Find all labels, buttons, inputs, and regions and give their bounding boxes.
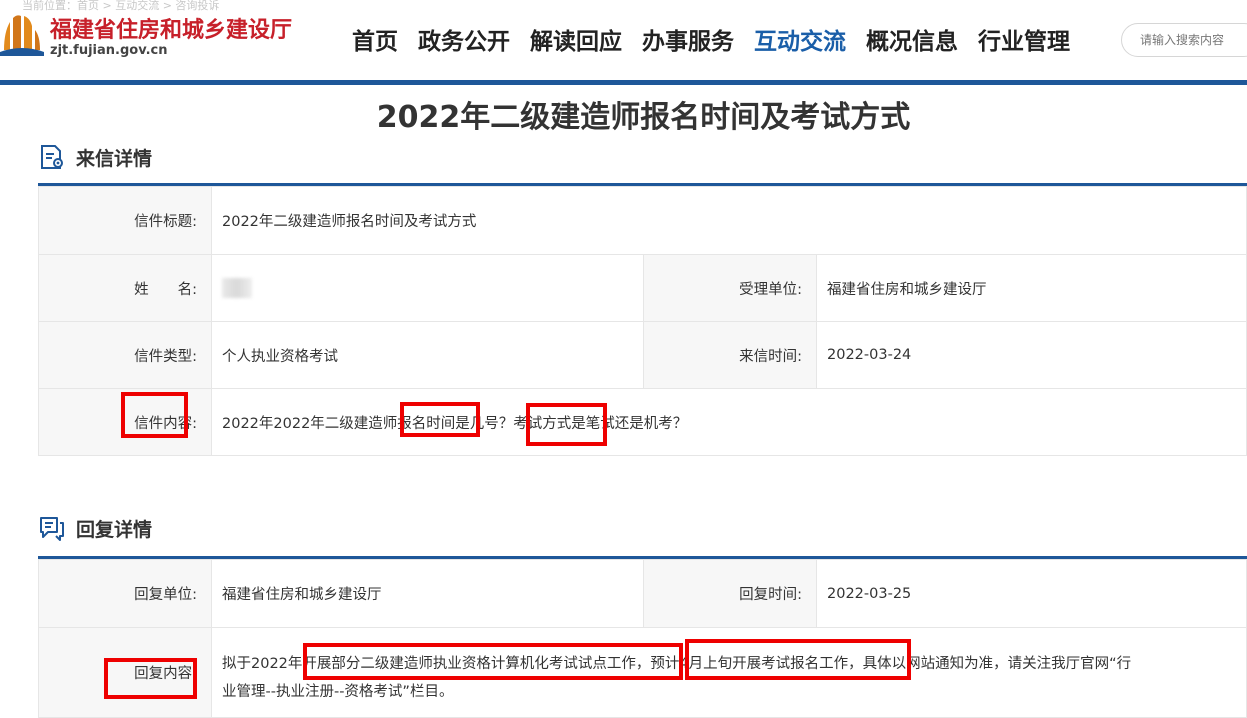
highlight-box	[526, 403, 607, 446]
highlight-box	[400, 402, 480, 437]
highlight-box	[121, 392, 188, 438]
reply-table: 回复单位: 福建省住房和城乡建设厅 回复时间: 2022-03-25 回复内容:…	[38, 559, 1247, 718]
header-divider	[0, 80, 1247, 85]
nav-interaction[interactable]: 互动交流	[744, 22, 856, 56]
highlight-box	[685, 639, 911, 680]
table-row: 回复单位: 福建省住房和城乡建设厅 回复时间: 2022-03-25	[38, 559, 1247, 628]
name-value	[211, 254, 644, 322]
name-label: 姓 名:	[38, 254, 212, 322]
reply-unit-value: 福建省住房和城乡建设厅	[211, 559, 644, 628]
main-nav: 首页 政务公开 解读回应 办事服务 互动交流 概况信息 行业管理	[342, 22, 1080, 56]
search-box	[1121, 23, 1247, 57]
nav-interpretation[interactable]: 解读回应	[520, 22, 632, 56]
nav-gov-affairs[interactable]: 政务公开	[408, 22, 520, 56]
letter-section-heading: 来信详情	[38, 143, 152, 171]
reply-section-heading: 回复详情	[38, 514, 152, 542]
reply-heading: 回复详情	[76, 518, 153, 541]
date-value: 2022-03-24	[816, 321, 1247, 389]
nav-services[interactable]: 办事服务	[632, 22, 744, 56]
chat-icon	[40, 517, 64, 541]
type-value: 个人执业资格考试	[211, 321, 644, 389]
date-label: 来信时间:	[643, 321, 817, 389]
site-header: 当前位置：首页 > 互动交流 > 咨询投诉 福建省住房和城乡建设厅 zjt.fu…	[0, 0, 1247, 82]
dept-label: 受理单位:	[643, 254, 817, 322]
logo-url[interactable]: zjt.fujian.gov.cn	[50, 43, 168, 58]
letter-heading: 来信详情	[76, 147, 153, 170]
content-value: 2022年2022年二级建造师报名时间是几号？考试方式是笔试还是机考？	[211, 388, 1247, 456]
nav-home[interactable]: 首页	[342, 22, 408, 56]
table-row: 信件标题: 2022年二级建造师报名时间及考试方式	[38, 186, 1247, 255]
page-title: 2022年二级建造师报名时间及考试方式	[376, 100, 911, 135]
table-row: 信件内容: 2022年2022年二级建造师报名时间是几号？考试方式是笔试还是机考…	[38, 388, 1247, 456]
logo-icon	[0, 15, 44, 56]
type-label: 信件类型:	[38, 321, 212, 389]
highlight-box	[303, 643, 683, 680]
letter-title-label: 信件标题:	[38, 186, 212, 255]
dept-value: 福建省住房和城乡建设厅	[816, 254, 1247, 322]
table-row: 信件类型: 个人执业资格考试 来信时间: 2022-03-24	[38, 321, 1247, 389]
logo-title[interactable]: 福建省住房和城乡建设厅	[50, 12, 292, 44]
reply-content-line2: 业管理--执业注册--资格考试”栏目。	[222, 684, 454, 700]
letter-table: 信件标题: 2022年二级建造师报名时间及考试方式 姓 名: 受理单位: 福建省…	[38, 186, 1247, 456]
reply-unit-label: 回复单位:	[38, 559, 212, 628]
nav-industry[interactable]: 行业管理	[968, 22, 1080, 56]
name-blurred	[222, 278, 252, 298]
letter-title-value: 2022年二级建造师报名时间及考试方式	[211, 186, 1247, 255]
search-input[interactable]	[1138, 32, 1247, 48]
document-icon	[41, 145, 63, 169]
highlight-box	[104, 658, 197, 699]
table-row: 姓 名: 受理单位: 福建省住房和城乡建设厅	[38, 254, 1247, 322]
reply-date-label: 回复时间:	[643, 559, 817, 628]
nav-overview[interactable]: 概况信息	[856, 22, 968, 56]
reply-date-value: 2022-03-25	[816, 559, 1247, 628]
